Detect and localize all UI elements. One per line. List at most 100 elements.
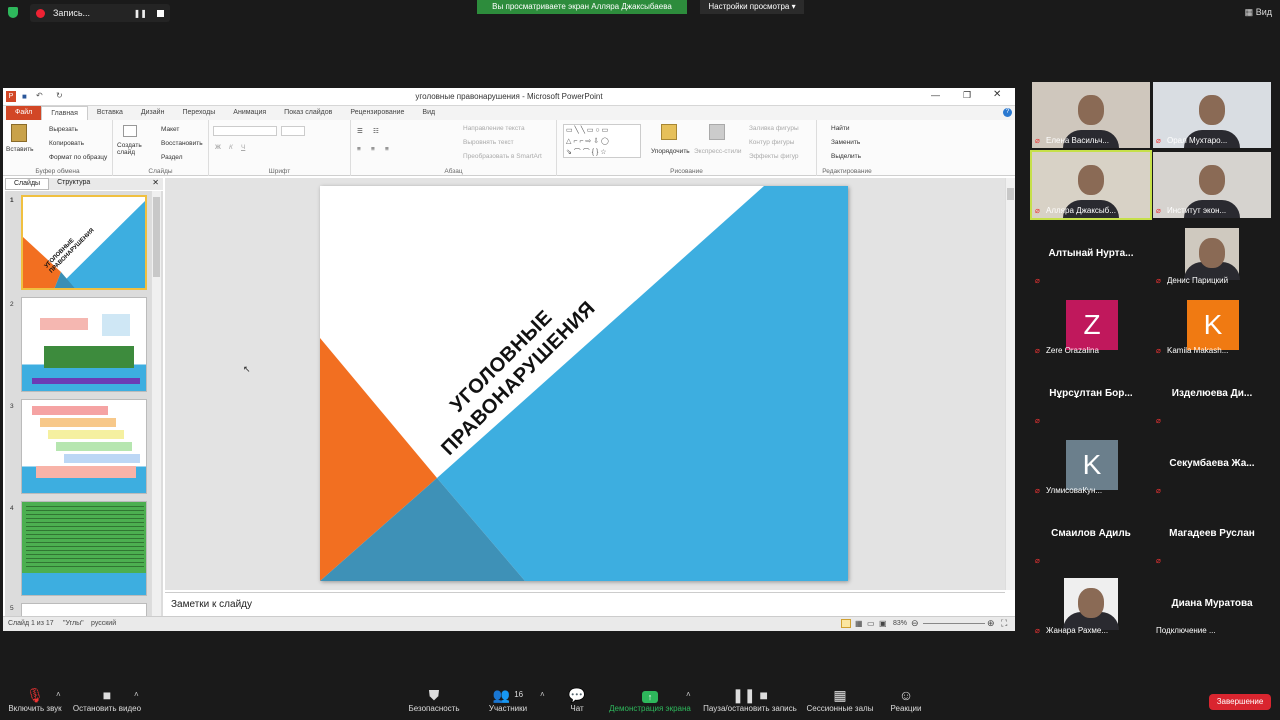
italic-icon[interactable]: К: [229, 144, 233, 151]
thumbnails-scrollbar[interactable]: [151, 191, 161, 616]
scroll-thumb[interactable]: [153, 197, 160, 277]
format-painter-button[interactable]: Формат по образцу: [49, 154, 107, 161]
zoom-slider[interactable]: [923, 623, 985, 624]
arrange-button[interactable]: Упорядочить: [651, 148, 690, 155]
close-icon[interactable]: ✕: [993, 89, 1001, 100]
participant-tile[interactable]: Диана Муратова Подключение ...: [1153, 572, 1271, 638]
participant-tile[interactable]: Смаилов Адиль ⌀: [1032, 502, 1150, 568]
font-name-select[interactable]: [213, 126, 277, 136]
font-size-select[interactable]: [281, 126, 305, 136]
participant-tile[interactable]: K Kamila Makash... ⌀: [1153, 292, 1271, 358]
participant-tile[interactable]: Елена Васильч... ⌀: [1032, 82, 1150, 148]
paste-icon[interactable]: [11, 124, 27, 142]
view-button[interactable]: ▦ Вид: [1245, 7, 1272, 18]
participant-tile[interactable]: Жанара Рахме... ⌀: [1032, 572, 1150, 638]
bold-icon[interactable]: Ж: [215, 144, 221, 151]
thumbnail-slide-5[interactable]: [21, 603, 147, 616]
replace-button[interactable]: Заменить: [831, 139, 860, 146]
participant-tile[interactable]: Z Zere Orazalina ⌀: [1032, 292, 1150, 358]
tab-outline-panel[interactable]: Структура: [49, 178, 98, 190]
find-button[interactable]: Найти: [831, 125, 850, 132]
view-options-button[interactable]: Настройки просмотра ▾: [700, 0, 804, 14]
zoom-level[interactable]: 83%: [893, 620, 907, 627]
thumbnail-slide-4[interactable]: [21, 501, 147, 596]
share-screen-button[interactable]: ↑ Демонстрация экрана: [608, 684, 692, 713]
stage-scrollbar[interactable]: [1005, 178, 1015, 590]
sorter-view-icon[interactable]: ▦: [855, 619, 863, 628]
current-slide[interactable]: УГОЛОВНЫЕ ПРАВОНАРУШЕНИЯ: [320, 186, 848, 581]
tab-animation[interactable]: Анимация: [224, 106, 275, 120]
tab-insert[interactable]: Вставка: [88, 106, 132, 120]
reset-button[interactable]: Восстановить: [161, 140, 203, 147]
tab-slideshow[interactable]: Показ слайдов: [275, 106, 341, 120]
minimize-icon[interactable]: —: [931, 90, 940, 100]
section-button[interactable]: Раздел: [161, 154, 182, 161]
paste-button[interactable]: Вставить: [6, 146, 34, 153]
thumbnail-slide-2[interactable]: [21, 297, 147, 392]
tab-slides-panel[interactable]: Слайды: [5, 178, 50, 190]
participant-tile[interactable]: Изделюева Ди... ⌀: [1153, 362, 1271, 428]
participant-tile[interactable]: K УлмисоваКун... ⌀: [1032, 432, 1150, 498]
participant-tile[interactable]: Секумбаева Жа... ⌀: [1153, 432, 1271, 498]
participant-tile[interactable]: Магадеев Руслан ⌀: [1153, 502, 1271, 568]
pause-recording-icon[interactable]: ❚❚: [134, 9, 147, 18]
arrange-icon[interactable]: [661, 124, 677, 140]
text-direction-button[interactable]: Направление текста: [463, 125, 525, 132]
audio-options-chevron-icon[interactable]: ˄: [56, 690, 61, 699]
thumbnail-slide-1[interactable]: УГОЛОВНЫЕ ПРАВОНАРУШЕНИЯ: [21, 195, 147, 290]
video-options-chevron-icon[interactable]: ˄: [134, 690, 139, 699]
tab-review[interactable]: Рецензирование: [341, 106, 413, 120]
participant-tile[interactable]: Орал Мухтаро... ⌀: [1153, 82, 1271, 148]
end-meeting-button[interactable]: Завершение: [1209, 694, 1271, 710]
new-slide-icon[interactable]: [123, 125, 137, 137]
participant-tile[interactable]: Алтынай Нурта... ⌀: [1032, 222, 1150, 288]
thumbnail-slide-3[interactable]: [21, 399, 147, 494]
align-center-icon[interactable]: ≡: [371, 146, 375, 153]
tab-file[interactable]: Файл: [6, 106, 42, 120]
scroll-thumb[interactable]: [1007, 188, 1014, 200]
underline-icon[interactable]: Ч: [241, 144, 245, 151]
chat-button[interactable]: 💬 Чат: [562, 684, 592, 713]
language[interactable]: русский: [91, 620, 116, 627]
maximize-icon[interactable]: ❐: [963, 90, 971, 101]
stop-recording-icon[interactable]: [157, 9, 164, 17]
stop-video-button[interactable]: ■ Остановить видео: [72, 684, 142, 713]
copy-button[interactable]: Копировать: [49, 140, 84, 147]
cut-button[interactable]: Вырезать: [49, 126, 78, 133]
participants-button[interactable]: 👥 16 Участники: [486, 684, 530, 713]
quick-styles-icon[interactable]: [709, 124, 725, 140]
reactions-button[interactable]: ☺ Реакции: [888, 684, 924, 713]
tab-view[interactable]: Вид: [413, 106, 444, 120]
quick-styles-button[interactable]: Экспресс-стили: [694, 148, 742, 155]
bullets-icon[interactable]: ☰: [357, 127, 363, 135]
select-button[interactable]: Выделить: [831, 153, 861, 160]
layout-button[interactable]: Макет: [161, 126, 179, 133]
numbering-icon[interactable]: ☷: [373, 127, 379, 135]
help-icon[interactable]: ?: [1003, 108, 1012, 117]
smartart-button[interactable]: Преобразовать в SmartArt: [463, 153, 542, 160]
shape-fill-button[interactable]: Заливка фигуры: [749, 125, 799, 132]
participant-tile[interactable]: Нұрсұлтан Бор... ⌀: [1032, 362, 1150, 428]
fit-slide-icon[interactable]: ⛶: [1001, 618, 1007, 629]
notes-pane[interactable]: Заметки к слайду: [165, 592, 1005, 616]
tab-transitions[interactable]: Переходы: [173, 106, 224, 120]
participant-tile[interactable]: Денис Парицкий ⌀: [1153, 222, 1271, 288]
zoom-in-icon[interactable]: ⊕: [987, 618, 995, 629]
slideshow-view-icon[interactable]: ▣: [879, 619, 887, 628]
align-text-button[interactable]: Выровнять текст: [463, 139, 514, 146]
share-options-chevron-icon[interactable]: ˄: [686, 690, 691, 699]
participant-tile[interactable]: Алляра Джаксыб... ⌀: [1030, 150, 1152, 220]
shield-icon[interactable]: [8, 7, 18, 18]
security-button[interactable]: ⛊ Безопасность: [406, 684, 462, 713]
participants-chevron-icon[interactable]: ˄: [540, 690, 545, 699]
normal-view-icon[interactable]: [841, 619, 851, 628]
shapes-gallery[interactable]: ▭ ╲ ╲ ▭ ○ ▭ △ ⌐ ⌐ ⇨ ⇩ ◯ ⇘ ⌒ ⌒ { } ☆: [563, 124, 641, 158]
shape-outline-button[interactable]: Контур фигуры: [749, 139, 794, 146]
align-left-icon[interactable]: ≡: [357, 146, 361, 153]
close-panel-icon[interactable]: ✕: [152, 178, 163, 190]
zoom-out-icon[interactable]: ⊖: [911, 618, 919, 629]
tab-design[interactable]: Дизайн: [132, 106, 174, 120]
reading-view-icon[interactable]: ▭: [867, 619, 875, 628]
tab-home[interactable]: Главная: [41, 106, 88, 120]
shape-effects-button[interactable]: Эффекты фигур: [749, 153, 799, 160]
